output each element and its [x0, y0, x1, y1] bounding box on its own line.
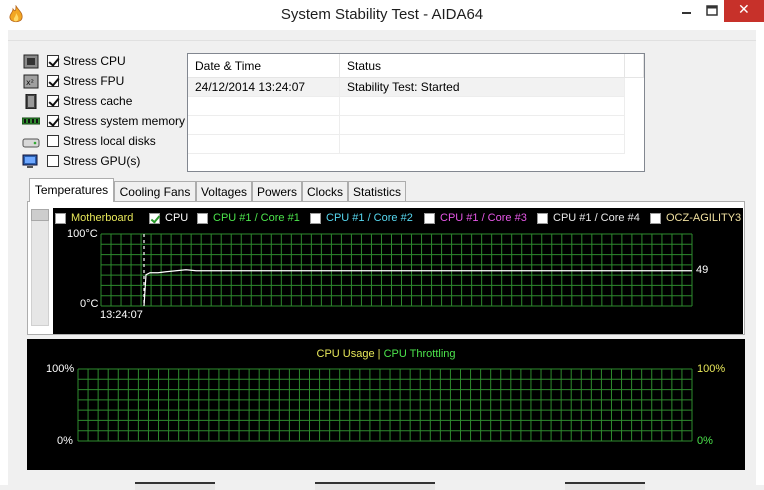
- legend-separator: |: [377, 348, 381, 360]
- tab-temperatures[interactable]: Temperatures: [29, 178, 114, 202]
- usage-axis-left-min: 0%: [57, 435, 73, 447]
- usage-axis-right-min: 0%: [697, 435, 713, 447]
- cpu-usage-grid: [77, 368, 693, 442]
- usage-axis-left-max: 100%: [46, 363, 75, 375]
- start-button[interactable]: [135, 482, 215, 490]
- stop-button[interactable]: [315, 482, 435, 490]
- usage-axis-right-max: 100%: [697, 363, 726, 375]
- cpu-usage-legend: CPU Usage: [316, 348, 375, 360]
- close-dialog-button[interactable]: [565, 482, 645, 490]
- cpu-usage-title: CPU Usage | CPU Throttling: [27, 348, 745, 360]
- cpu-throttling-legend: CPU Throttling: [383, 348, 456, 360]
